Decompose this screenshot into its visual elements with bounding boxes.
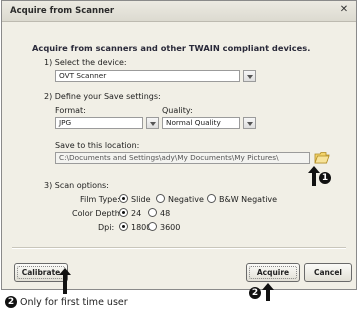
dpi-3600-radio[interactable]	[148, 222, 157, 231]
location-label: Save to this location:	[55, 141, 140, 150]
callout-2-acquire-arrow-icon	[262, 283, 274, 301]
save-settings-label: 2) Define your Save settings:	[44, 92, 161, 101]
location-field[interactable]: C:\Documents and Settings\ady\My Documen…	[55, 152, 310, 164]
acquire-button-label: Acquire	[256, 268, 290, 277]
device-dropdown-button[interactable]	[243, 70, 256, 82]
device-label: 1) Select the device:	[44, 58, 127, 67]
callout-2-calibrate-arrow-icon	[59, 268, 71, 294]
quality-dropdown-button[interactable]	[243, 117, 256, 129]
film-type-bw-negative-radio[interactable]	[207, 194, 216, 203]
dpi-label: Dpi:	[98, 223, 115, 232]
format-select[interactable]: JPG	[55, 117, 143, 129]
film-type-bw-negative-label: B&W Negative	[219, 195, 278, 204]
calibrate-button-label: Calibrate	[21, 268, 61, 277]
film-type-negative-label: Negative	[168, 195, 204, 204]
quality-label: Quality:	[162, 106, 193, 115]
callout-2-bottom-badge: 2	[5, 296, 17, 308]
dpi-1800-radio[interactable]	[119, 222, 128, 231]
folder-icon[interactable]	[314, 151, 330, 164]
first-time-note: Only for first time user	[20, 297, 128, 308]
film-type-slide-label: Slide	[131, 195, 151, 204]
scan-options-label: 3) Scan options:	[44, 181, 109, 190]
acquire-dialog: Acquire from Scanner ✕ Acquire from scan…	[1, 0, 357, 290]
dialog-heading: Acquire from scanners and other TWAIN co…	[32, 43, 311, 53]
callout-1-arrow-icon	[308, 166, 320, 186]
callout-2-top-badge: 2	[249, 287, 261, 299]
device-select[interactable]: OVT Scanner	[55, 70, 240, 82]
callout-1-badge: 1	[319, 172, 331, 184]
dpi-3600-label: 3600	[160, 223, 181, 232]
color-depth-24-label: 24	[131, 209, 142, 218]
color-depth-24-radio[interactable]	[119, 208, 128, 217]
cancel-button[interactable]: Cancel	[304, 263, 352, 282]
film-type-slide-radio[interactable]	[119, 194, 128, 203]
format-label: Format:	[55, 106, 86, 115]
acquire-button[interactable]: Acquire	[246, 263, 300, 282]
color-depth-48-label: 48	[160, 209, 171, 218]
format-dropdown-button[interactable]	[146, 117, 159, 129]
separator	[12, 247, 346, 249]
dialog-title: Acquire from Scanner	[10, 6, 115, 16]
film-type-negative-radio[interactable]	[156, 194, 165, 203]
color-depth-48-radio[interactable]	[148, 208, 157, 217]
color-depth-label: Color Depth:	[72, 209, 123, 218]
film-type-label: Film Type:	[80, 195, 120, 204]
cancel-button-label: Cancel	[313, 268, 342, 277]
close-icon[interactable]: ✕	[338, 4, 350, 16]
quality-select[interactable]: Normal Quality	[162, 117, 240, 129]
title-bar: Acquire from Scanner ✕	[2, 1, 356, 22]
